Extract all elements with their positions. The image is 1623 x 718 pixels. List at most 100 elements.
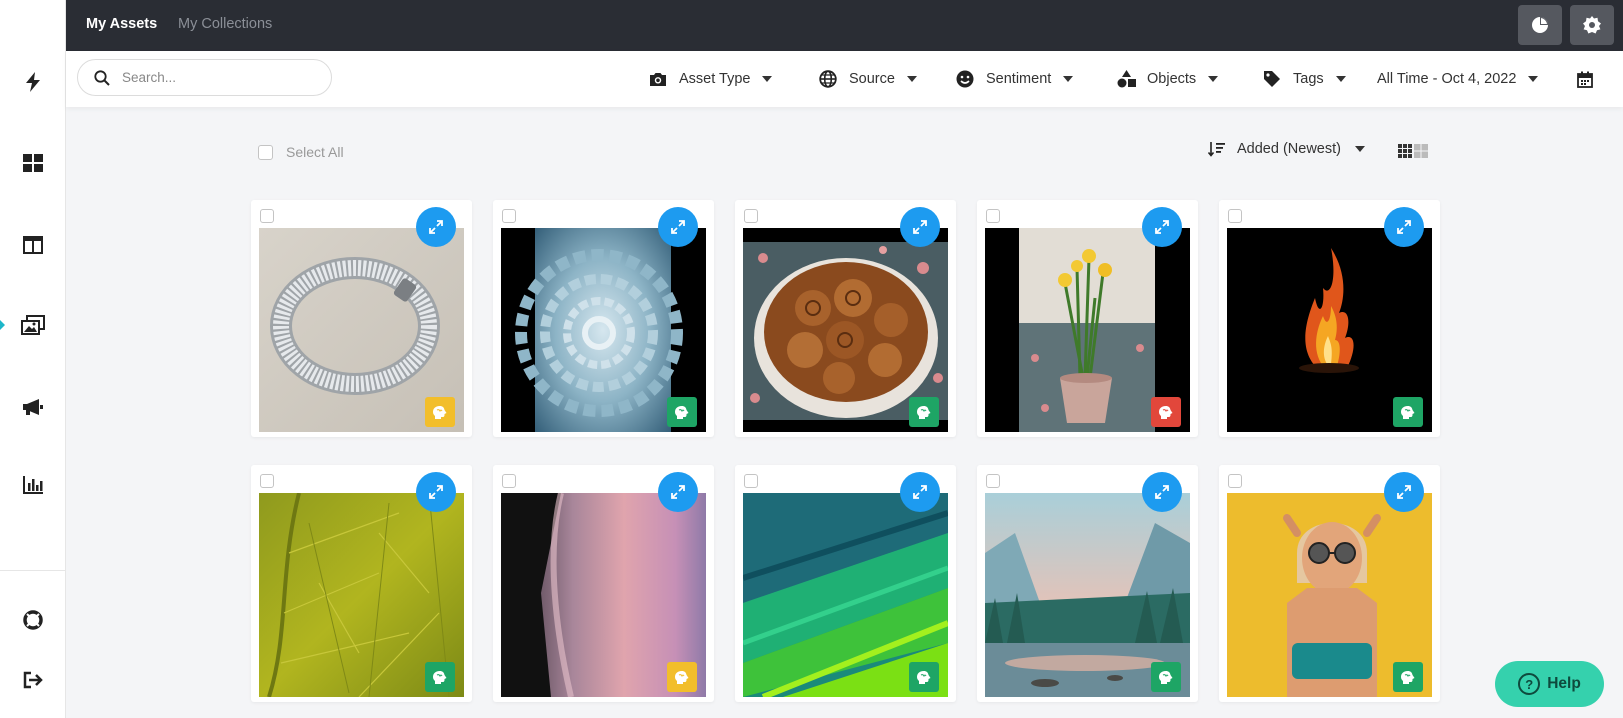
expand-button[interactable] (1142, 207, 1182, 247)
expand-button[interactable] (1142, 472, 1182, 512)
brain-icon (675, 405, 689, 419)
expand-icon (429, 485, 443, 499)
sort-dropdown[interactable]: Added (Newest) (1208, 141, 1365, 157)
tab-my-assets[interactable]: My Assets (86, 16, 157, 32)
sentiment-badge (667, 397, 697, 427)
help-lifebuoy-icon[interactable] (13, 600, 53, 640)
asset-checkbox[interactable] (502, 474, 516, 488)
sentiment-badge (1393, 662, 1423, 692)
asset-checkbox[interactable] (1228, 209, 1242, 223)
asset-card[interactable] (735, 465, 956, 702)
expand-icon (671, 485, 685, 499)
date-range-label: All Time - Oct 4, 2022 (1377, 71, 1517, 87)
select-all[interactable]: Select All (258, 144, 344, 160)
dashboard-icon[interactable] (13, 143, 53, 183)
sidebar (0, 0, 66, 718)
asset-card[interactable] (735, 200, 956, 437)
sort-label: Added (Newest) (1237, 141, 1341, 157)
grid-small-icon[interactable] (1398, 144, 1412, 158)
brain-icon (917, 405, 931, 419)
brain-icon (1401, 670, 1415, 684)
asset-card[interactable] (251, 200, 472, 437)
asset-card[interactable] (493, 200, 714, 437)
active-indicator (0, 320, 5, 330)
shapes-icon (1116, 69, 1136, 89)
layout-icon[interactable] (13, 225, 53, 265)
sentiment-badge (667, 662, 697, 692)
pie-chart-button[interactable] (1518, 5, 1562, 45)
filter-objects[interactable]: Objects (1116, 67, 1219, 91)
sort-icon (1208, 142, 1225, 157)
expand-icon (913, 485, 927, 499)
help-button[interactable]: ? Help (1495, 661, 1604, 707)
date-range-dropdown[interactable]: All Time - Oct 4, 2022 (1377, 67, 1539, 91)
bolt-icon[interactable] (13, 62, 53, 102)
asset-card[interactable] (1219, 465, 1440, 702)
filter-bar: Asset Type Source Sentiment Objects Tags… (66, 51, 1623, 107)
asset-checkbox[interactable] (744, 474, 758, 488)
asset-checkbox[interactable] (502, 209, 516, 223)
asset-card[interactable] (977, 200, 1198, 437)
asset-checkbox[interactable] (986, 474, 1000, 488)
expand-button[interactable] (416, 207, 456, 247)
expand-button[interactable] (416, 472, 456, 512)
brain-icon (675, 670, 689, 684)
expand-button[interactable] (1384, 207, 1424, 247)
view-toggle (1398, 144, 1428, 158)
filter-sentiment[interactable]: Sentiment (955, 67, 1074, 91)
filter-tags[interactable]: Tags (1262, 67, 1346, 91)
asset-checkbox[interactable] (260, 209, 274, 223)
filter-label: Tags (1293, 71, 1324, 87)
asset-card[interactable] (251, 465, 472, 702)
logout-icon[interactable] (13, 660, 53, 700)
sentiment-badge (909, 662, 939, 692)
expand-icon (1397, 220, 1411, 234)
media-assets-icon[interactable] (13, 305, 53, 345)
expand-button[interactable] (658, 472, 698, 512)
sentiment-badge (425, 397, 455, 427)
asset-checkbox[interactable] (986, 209, 1000, 223)
bar-chart-icon[interactable] (13, 465, 53, 505)
settings-button[interactable] (1570, 5, 1614, 45)
expand-button[interactable] (1384, 472, 1424, 512)
search-box (77, 59, 332, 96)
sidebar-divider (0, 570, 66, 571)
asset-checkbox[interactable] (260, 474, 274, 488)
expand-icon (671, 220, 685, 234)
filter-label: Asset Type (679, 71, 751, 87)
sentiment-badge (909, 397, 939, 427)
filter-asset-type[interactable]: Asset Type (648, 67, 773, 91)
asset-checkbox[interactable] (1228, 474, 1242, 488)
chevron-down-icon (762, 76, 773, 82)
chevron-down-icon (906, 76, 917, 82)
chevron-down-icon (1354, 146, 1365, 152)
expand-icon (1155, 485, 1169, 499)
brain-icon (917, 670, 931, 684)
grid-large-icon[interactable] (1414, 144, 1428, 158)
asset-card[interactable] (493, 465, 714, 702)
tab-my-collections[interactable]: My Collections (178, 16, 272, 32)
globe-icon (818, 69, 838, 89)
asset-card[interactable] (1219, 200, 1440, 437)
select-all-checkbox[interactable] (258, 144, 273, 160)
expand-button[interactable] (900, 472, 940, 512)
asset-card[interactable] (977, 465, 1198, 702)
chevron-down-icon (1335, 76, 1346, 82)
brain-icon (1159, 670, 1173, 684)
megaphone-icon[interactable] (13, 387, 53, 427)
expand-icon (1155, 220, 1169, 234)
brain-icon (1159, 405, 1173, 419)
smile-icon (955, 69, 975, 89)
calendar-icon (1577, 71, 1593, 88)
camera-icon (648, 69, 668, 89)
asset-checkbox[interactable] (744, 209, 758, 223)
top-bar: My Assets My Collections (66, 0, 1623, 51)
sentiment-badge (1151, 662, 1181, 692)
expand-button[interactable] (900, 207, 940, 247)
calendar-button[interactable] (1574, 68, 1596, 90)
expand-button[interactable] (658, 207, 698, 247)
filter-label: Objects (1147, 71, 1197, 87)
filter-source[interactable]: Source (818, 67, 917, 91)
help-label: Help (1547, 675, 1581, 692)
search-input[interactable] (122, 70, 302, 85)
